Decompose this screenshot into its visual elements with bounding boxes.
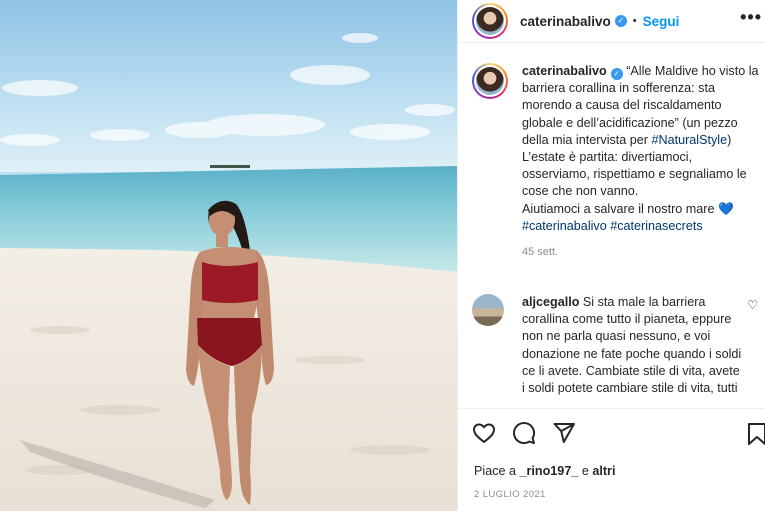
separator-dot: • — [632, 15, 637, 27]
comments-section[interactable]: caterinabalivo ✓ “Alle Maldive ho visto l… — [458, 42, 765, 408]
blue-heart-emoji: 💙 — [717, 201, 734, 216]
comment-like-heart-icon[interactable]: ♡ — [747, 298, 758, 312]
caption-text: caterinabalivo ✓ “Alle Maldive ho visto l… — [522, 63, 762, 235]
like-heart-icon[interactable] — [472, 421, 496, 445]
more-options-icon[interactable]: ••• — [740, 7, 762, 28]
post-side-panel: caterinabalivo ✓ • Segui ••• caterinabal… — [457, 0, 765, 511]
action-icons — [472, 421, 576, 445]
comment-bubble-icon[interactable] — [512, 421, 536, 445]
story-avatar[interactable] — [472, 3, 508, 39]
comment-body: Si sta male la barriera corallina come t… — [522, 295, 742, 396]
commenter-username[interactable]: aljcegallo — [522, 295, 579, 309]
verified-badge-icon: ✓ — [610, 68, 623, 80]
save-bookmark-icon[interactable] — [747, 423, 765, 445]
beach-photo — [0, 0, 457, 511]
comment-text: aljcegallo Si sta male la barriera coral… — [522, 294, 742, 397]
likes-others-link[interactable]: altri — [592, 464, 615, 478]
caption: caterinabalivo ✓ “Alle Maldive ho visto l… — [472, 63, 762, 258]
comment-item: aljcegallo Si sta male la barriera coral… — [472, 294, 762, 397]
likes-summary: Piace a _rino197_ e altri — [474, 464, 615, 478]
post-photo[interactable] — [0, 0, 457, 511]
hashtag-link[interactable]: #NaturalStyle — [652, 133, 728, 147]
likes-mid: e — [578, 464, 593, 478]
follow-button[interactable]: Segui — [643, 14, 680, 29]
verified-badge-icon: ✓ — [614, 15, 627, 27]
caption-timestamp[interactable]: 45 sett. — [522, 246, 762, 258]
hashtag-link[interactable]: #caterinasecrets — [610, 219, 702, 233]
commenter-avatar[interactable] — [472, 294, 504, 326]
liker-username[interactable]: _rino197_ — [520, 464, 579, 478]
share-paper-plane-icon[interactable] — [552, 421, 576, 445]
post-date[interactable]: 2 LUGLIO 2021 — [474, 489, 546, 500]
caption-avatar[interactable] — [472, 63, 508, 99]
hashtag-link[interactable]: #caterinabalivo — [522, 219, 607, 233]
caption-text-part: Aiutiamoci a salvare il nostro mare — [522, 201, 718, 216]
post-actions: Piace a _rino197_ e altri 2 LUGLIO 2021 — [458, 408, 765, 511]
post-author-username[interactable]: caterinabalivo — [520, 14, 611, 29]
avatar — [476, 67, 504, 95]
avatar — [476, 7, 504, 35]
caption-username[interactable]: caterinabalivo — [522, 64, 607, 78]
likes-prefix: Piace a — [474, 464, 520, 478]
post-header: caterinabalivo ✓ • Segui ••• — [458, 0, 765, 42]
